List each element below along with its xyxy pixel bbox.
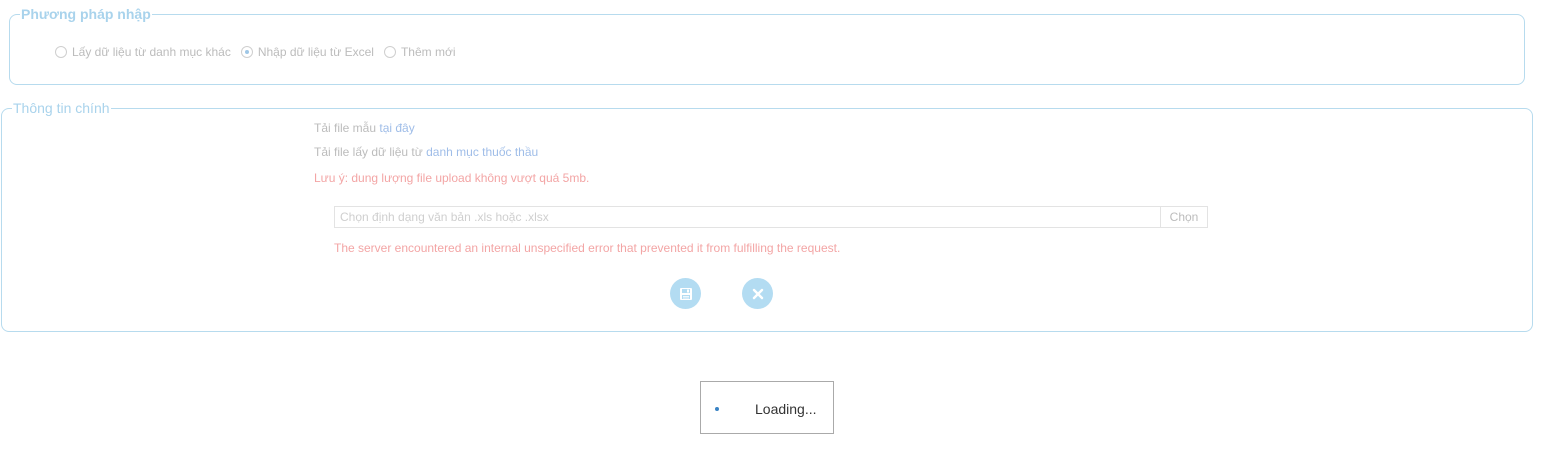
loading-indicator: Loading... xyxy=(700,381,834,434)
template-download-prefix: Tải file mẫu xyxy=(314,121,377,135)
radio-excel[interactable] xyxy=(240,46,253,58)
file-upload-field[interactable]: Chọn định dạng văn bản .xls hoặc .xlsx C… xyxy=(334,206,1208,228)
radio-other-catalog[interactable] xyxy=(55,46,67,58)
save-button[interactable] xyxy=(670,278,701,309)
radio-label-other-catalog: Lấy dữ liệu từ danh mục khác xyxy=(72,45,231,59)
source-download-prefix: Tải file lấy dữ liệu từ xyxy=(314,145,423,159)
template-download-link[interactable]: tại đây xyxy=(379,121,414,135)
upload-size-note: Lưu ý: dung lượng file upload không vượt… xyxy=(314,171,590,185)
loading-text: Loading... xyxy=(755,401,817,417)
close-icon xyxy=(752,288,763,299)
save-icon xyxy=(679,287,692,300)
source-download-link[interactable]: danh mục thuốc thầu xyxy=(426,145,538,159)
file-upload-placeholder[interactable]: Chọn định dạng văn bản .xls hoặc .xlsx xyxy=(335,207,1160,227)
method-legend: Phương pháp nhập xyxy=(20,6,152,22)
radio-label-new: Thêm mới xyxy=(400,45,456,59)
method-radio-group: Lấy dữ liệu từ danh mục khác Nhập dữ liệ… xyxy=(55,45,456,59)
choose-file-button[interactable]: Chọn xyxy=(1160,207,1207,227)
cancel-button[interactable] xyxy=(742,278,773,309)
radio-option-excel[interactable]: Nhập dữ liệu từ Excel xyxy=(240,45,374,59)
source-download-line: Tải file lấy dữ liệu từ danh mục thuốc t… xyxy=(314,145,538,159)
method-fieldset: Phương pháp nhập Lấy dữ liệu từ danh mục… xyxy=(9,6,1525,85)
radio-option-new[interactable]: Thêm mới xyxy=(383,45,456,59)
template-download-line: Tải file mẫu tại đây xyxy=(314,121,415,135)
loading-spinner-icon xyxy=(715,407,719,411)
radio-new[interactable] xyxy=(383,46,396,58)
main-info-legend: Thông tin chính xyxy=(12,100,111,116)
error-message: The server encountered an internal unspe… xyxy=(334,241,841,255)
main-info-fieldset: Thông tin chính Tải file mẫu tại đây Tải… xyxy=(1,100,1533,332)
radio-label-excel: Nhập dữ liệu từ Excel xyxy=(257,45,374,59)
radio-option-other-catalog[interactable]: Lấy dữ liệu từ danh mục khác xyxy=(55,45,231,59)
